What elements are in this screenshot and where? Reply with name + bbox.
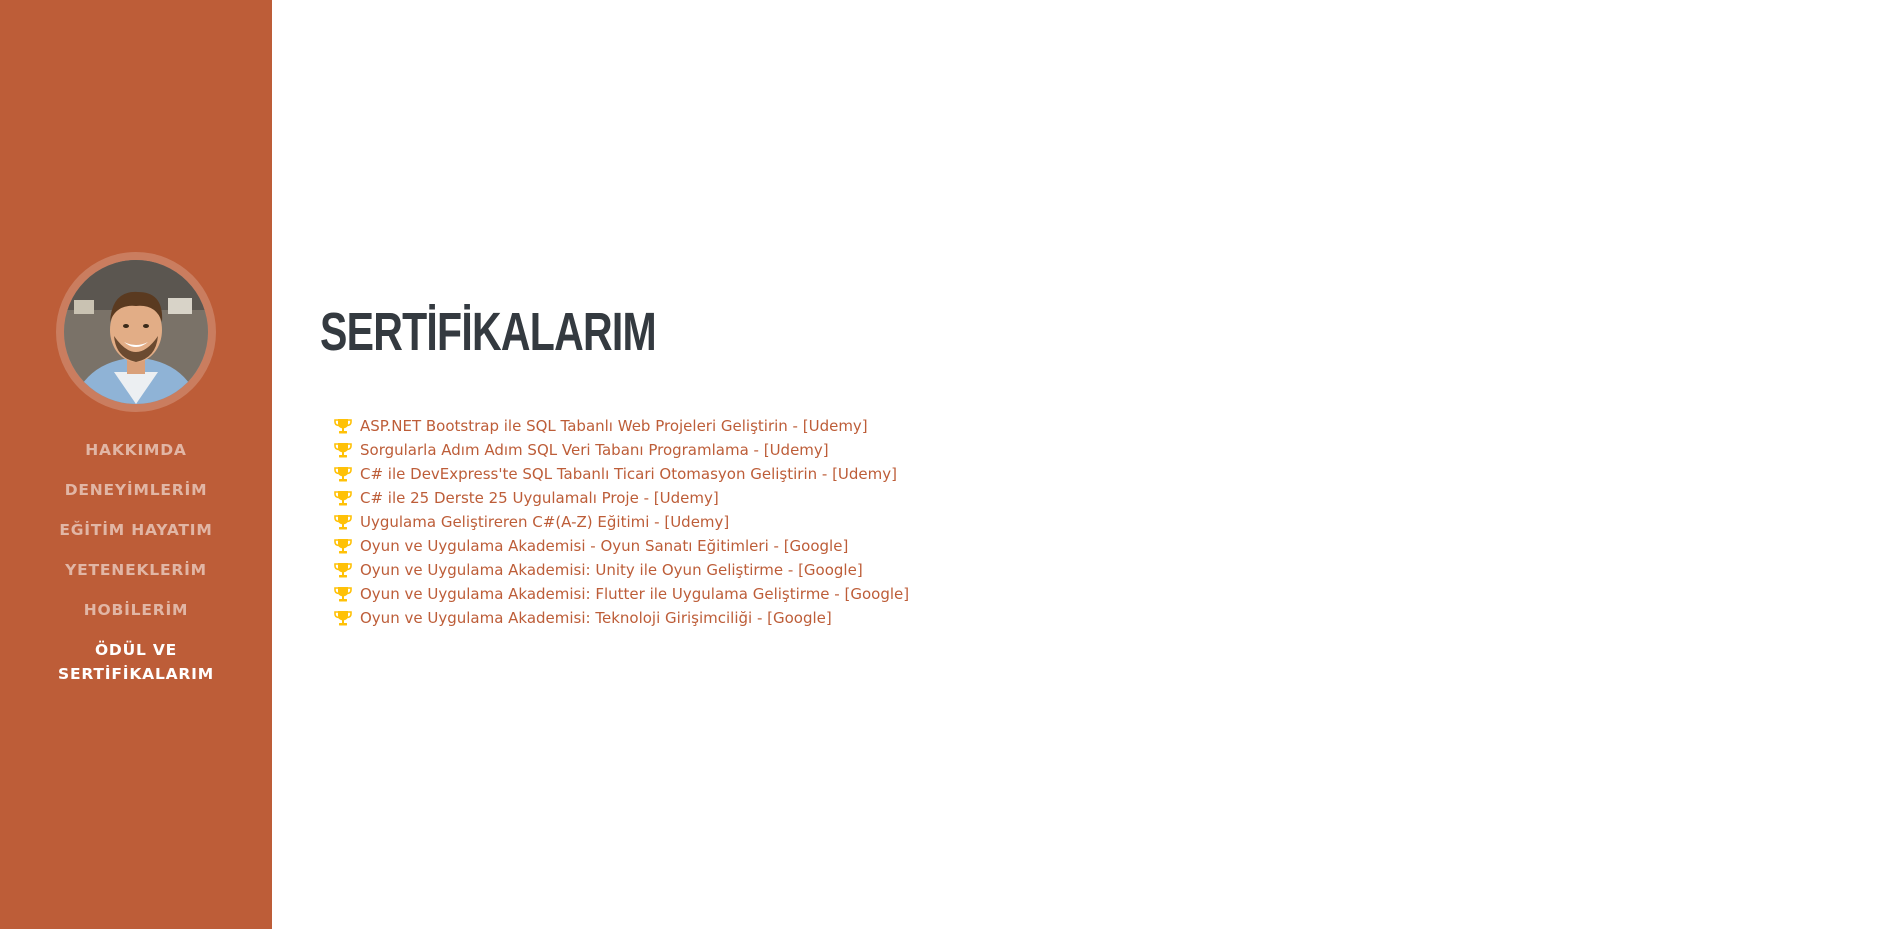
certificate-label: ASP.NET Bootstrap ile SQL Tabanlı Web Pr…: [360, 417, 868, 435]
nav-item-egitim-hayatim[interactable]: EĞİTİM HAYATIM: [0, 514, 272, 554]
certificate-label: C# ile 25 Derste 25 Uygulamalı Proje - […: [360, 489, 719, 507]
certificate-label: C# ile DevExpress'te SQL Tabanlı Ticari …: [360, 465, 898, 483]
certificate-item: Oyun ve Uygulama Akademisi: Teknoloji Gi…: [334, 606, 1720, 630]
nav-item-odul-ve-sertifikalarim[interactable]: ÖDÜL VE SERTİFİKALARIM: [0, 634, 272, 698]
certificate-list: ASP.NET Bootstrap ile SQL Tabanlı Web Pr…: [334, 414, 1720, 630]
trophy-icon: [334, 539, 352, 554]
trophy-icon: [334, 611, 352, 626]
certificate-item: ASP.NET Bootstrap ile SQL Tabanlı Web Pr…: [334, 414, 1720, 438]
avatar: [64, 260, 208, 404]
nav-item-hobilerim[interactable]: HOBİLERİM: [0, 594, 272, 634]
certificate-item: C# ile DevExpress'te SQL Tabanlı Ticari …: [334, 462, 1720, 486]
main-content: SERTİFİKALARIM ASP.NET Bootstrap ile SQL…: [320, 300, 1720, 630]
certificate-item: Oyun ve Uygulama Akademisi: Flutter ile …: [334, 582, 1720, 606]
trophy-icon: [334, 467, 352, 482]
nav-item-hakkimda[interactable]: HAKKIMDA: [0, 434, 272, 474]
certificate-label: Sorgularla Adım Adım SQL Veri Tabanı Pro…: [360, 441, 829, 459]
trophy-icon: [334, 443, 352, 458]
certificate-label: Uygulama Geliştireren C#(A-Z) Eğitimi - …: [360, 513, 730, 531]
sidebar: HAKKIMDA DENEYİMLERİM EĞİTİM HAYATIM YET…: [0, 0, 272, 929]
certificate-item: Sorgularla Adım Adım SQL Veri Tabanı Pro…: [334, 438, 1720, 462]
trophy-icon: [334, 587, 352, 602]
nav-item-deneyimlerim[interactable]: DENEYİMLERİM: [0, 474, 272, 514]
certificate-label: Oyun ve Uygulama Akademisi: Teknoloji Gi…: [360, 609, 832, 627]
certificate-label: Oyun ve Uygulama Akademisi: Unity ile Oy…: [360, 561, 863, 579]
certificate-item: C# ile 25 Derste 25 Uygulamalı Proje - […: [334, 486, 1720, 510]
certificate-item: Oyun ve Uygulama Akademisi: Unity ile Oy…: [334, 558, 1720, 582]
nav-item-yeteneklerim[interactable]: YETENEKLERİM: [0, 554, 272, 594]
page-title: SERTİFİKALARIM: [320, 302, 657, 362]
certificate-label: Oyun ve Uygulama Akademisi: Flutter ile …: [360, 585, 910, 603]
trophy-icon: [334, 491, 352, 506]
trophy-icon: [334, 419, 352, 434]
certificate-item: Uygulama Geliştireren C#(A-Z) Eğitimi - …: [334, 510, 1720, 534]
certificate-label: Oyun ve Uygulama Akademisi - Oyun Sanatı…: [360, 537, 849, 555]
avatar-frame: [56, 252, 216, 412]
trophy-icon: [334, 515, 352, 530]
certificate-item: Oyun ve Uygulama Akademisi - Oyun Sanatı…: [334, 534, 1720, 558]
sidebar-nav: HAKKIMDA DENEYİMLERİM EĞİTİM HAYATIM YET…: [0, 434, 272, 698]
trophy-icon: [334, 563, 352, 578]
avatar-illustration: [64, 260, 208, 404]
